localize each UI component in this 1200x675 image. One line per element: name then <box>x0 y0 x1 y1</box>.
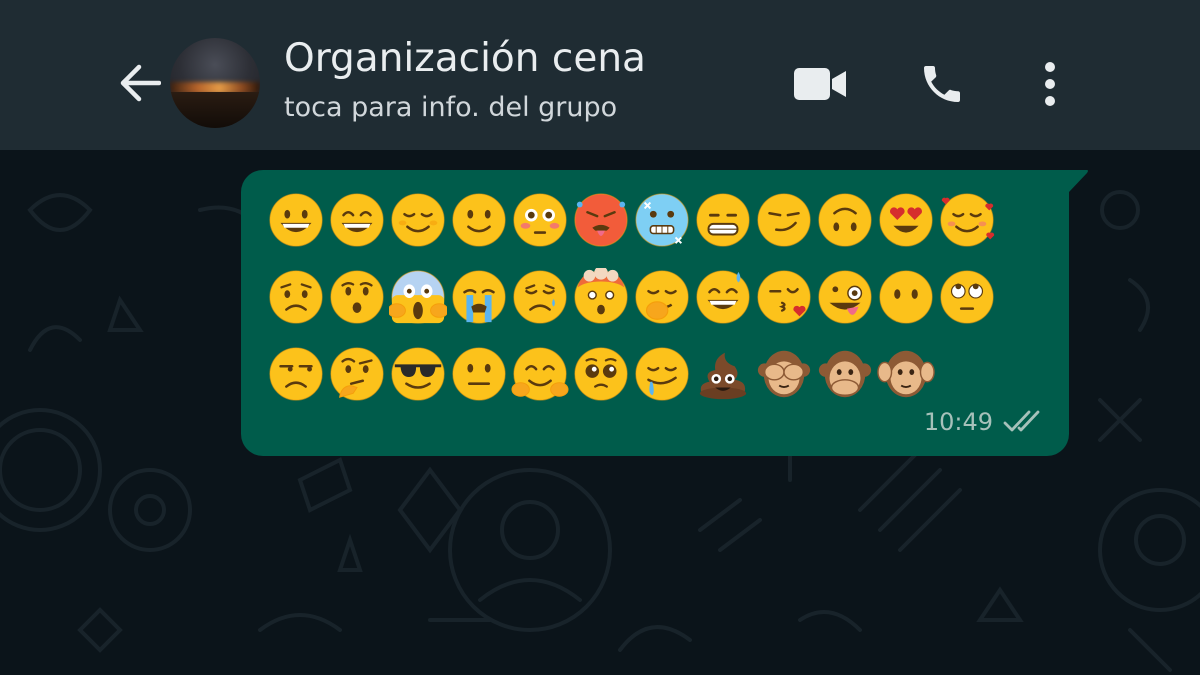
message-time: 10:49 <box>923 408 993 436</box>
voice-call-button[interactable] <box>912 54 972 114</box>
group-name: Organización cena <box>284 36 646 81</box>
worried-emoji <box>265 267 326 327</box>
group-subtitle: toca para info. del grupo <box>284 92 618 123</box>
grinning-emoji <box>265 190 326 250</box>
grin-emoji <box>326 190 387 250</box>
hand-over-mouth-emoji <box>631 267 692 327</box>
message-meta: 10:49 <box>924 408 1047 436</box>
drooling-emoji <box>631 344 692 404</box>
speak-no-evil-emoji <box>814 344 875 404</box>
kissing-heart-emoji <box>753 267 814 327</box>
emoji-message <box>265 190 1045 421</box>
double-check-icon <box>1003 410 1040 432</box>
arrow-left-icon <box>120 64 161 102</box>
more-options-button[interactable] <box>1020 54 1080 114</box>
video-call-icon <box>794 68 846 100</box>
scream-emoji <box>387 267 448 327</box>
emoji-row <box>265 190 1045 250</box>
cold-face-emoji <box>631 190 692 250</box>
hot-face-emoji <box>570 190 631 250</box>
group-info[interactable]: Organización cena toca para info. del gr… <box>284 34 646 128</box>
voice-call-icon <box>924 66 960 102</box>
sunglasses-emoji <box>387 344 448 404</box>
relieved-emoji <box>387 190 448 250</box>
unamused-emoji <box>265 344 326 404</box>
emoji-row <box>265 344 1045 404</box>
emoji-row <box>265 267 1045 327</box>
hear-no-evil-emoji <box>875 344 936 404</box>
message-bubble[interactable]: 10:49 <box>241 170 1069 456</box>
upside-down-emoji <box>814 190 875 250</box>
hugging-emoji <box>509 344 570 404</box>
sob-emoji <box>448 267 509 327</box>
exploding-head-emoji <box>570 267 631 327</box>
neutral-emoji <box>448 344 509 404</box>
smirk-emoji <box>753 190 814 250</box>
group-avatar[interactable] <box>170 38 260 128</box>
see-no-evil-emoji <box>753 344 814 404</box>
flushed-emoji <box>509 190 570 250</box>
more-vert-icon <box>1045 62 1055 106</box>
zany-emoji <box>814 267 875 327</box>
chat-header: Organización cena toca para info. del gr… <box>0 0 1200 150</box>
grimacing-emoji <box>692 190 753 250</box>
back-button[interactable] <box>112 56 166 110</box>
disappointed-relieved-emoji <box>509 267 570 327</box>
sweat-smile-emoji <box>692 267 753 327</box>
thinking-emoji <box>326 344 387 404</box>
hushed-emoji <box>326 267 387 327</box>
slight-smile-emoji <box>448 190 509 250</box>
pleading-emoji <box>570 344 631 404</box>
heart-eyes-emoji <box>875 190 936 250</box>
video-call-button[interactable] <box>790 54 850 114</box>
no-mouth-emoji <box>875 267 936 327</box>
chat-screen: Organización cena toca para info. del gr… <box>0 0 1200 675</box>
eye-roll-emoji <box>936 267 997 327</box>
poop-emoji <box>692 344 753 404</box>
smiling-hearts-emoji <box>936 190 997 250</box>
